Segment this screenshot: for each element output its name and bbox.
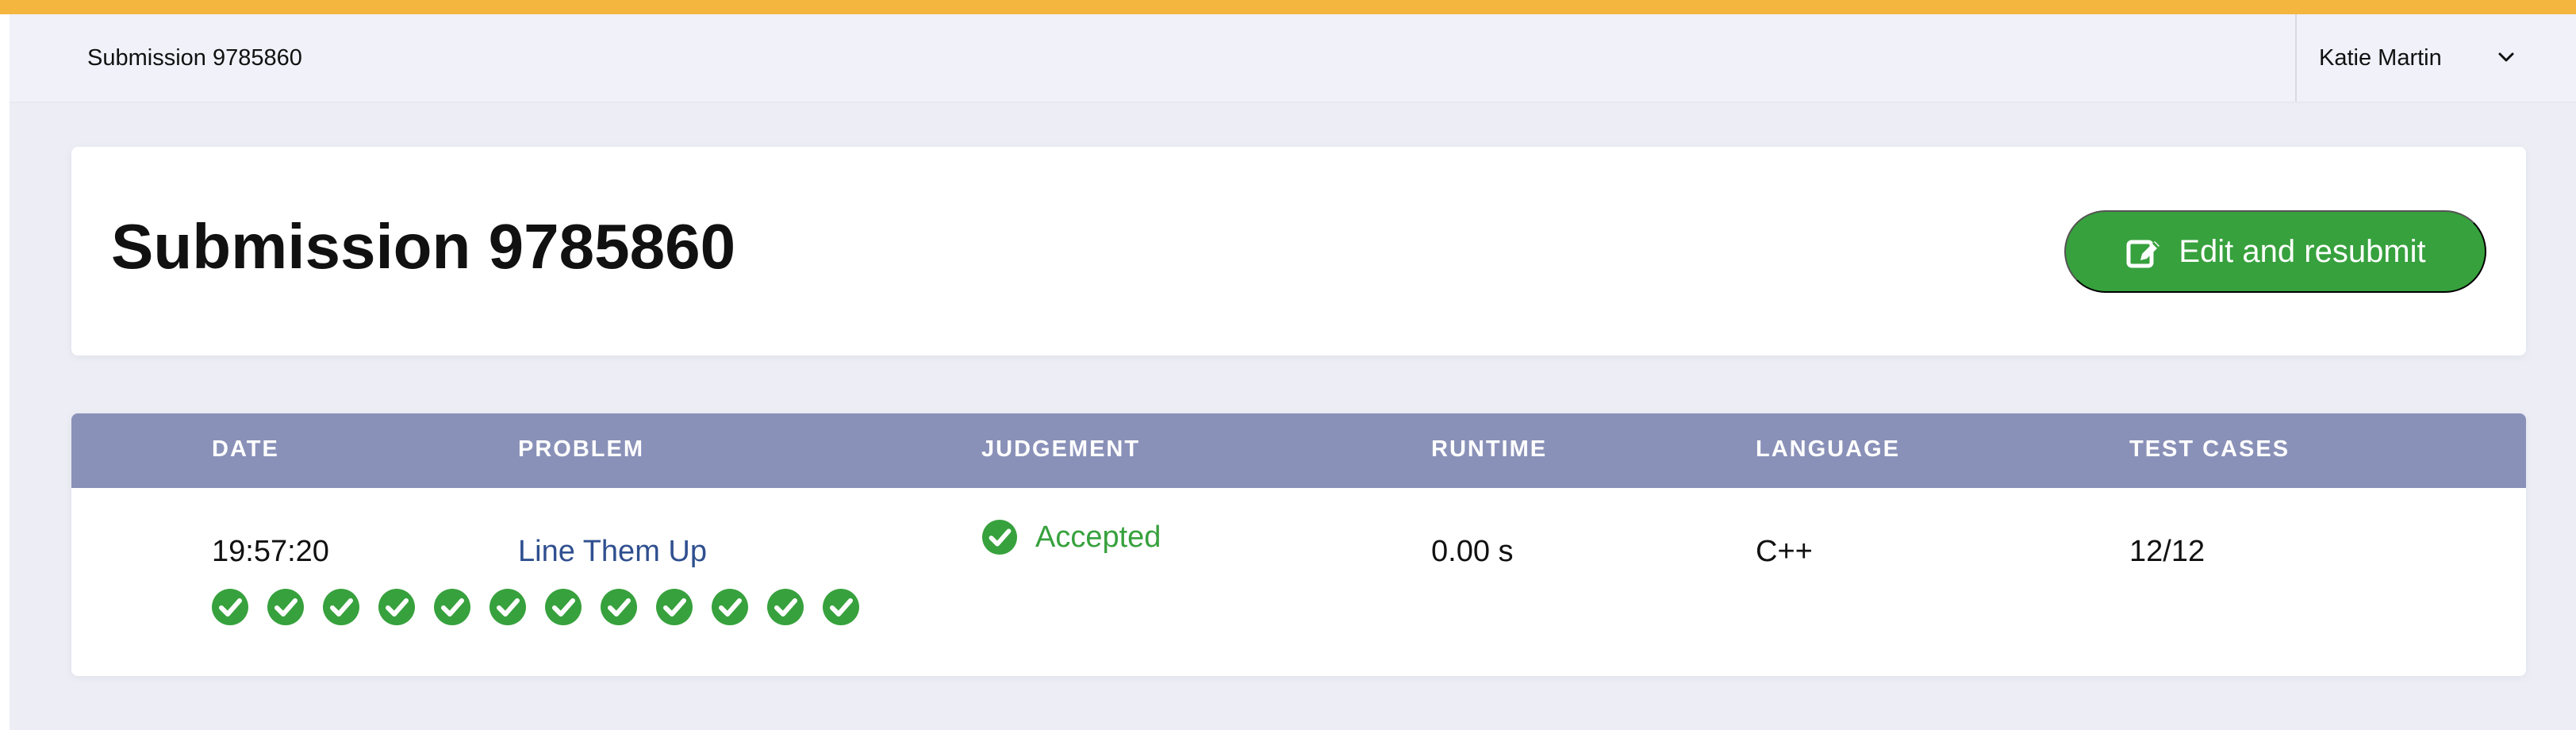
left-gutter (0, 0, 10, 730)
edit-and-resubmit-button[interactable]: Edit and resubmit (2064, 210, 2486, 293)
language-value: C++ (1756, 535, 1813, 568)
judgement-label: Accepted (1035, 521, 1161, 554)
top-accent-bar (0, 0, 2576, 14)
problem-link[interactable]: Line Them Up (518, 536, 707, 567)
test-case-check-icon (656, 589, 693, 625)
test-case-check-icon (823, 589, 859, 625)
top-navigation-bar: Submission 9785860 Katie Martin (10, 14, 2576, 102)
test-case-check-icon (378, 589, 415, 625)
table-header-row: DATE PROBLEM JUDGEMENT RUNTIME LANGUAGE … (71, 413, 2526, 488)
breadcrumb-current-page: Submission 9785860 (87, 44, 302, 71)
submission-date: 19:57:20 (212, 535, 329, 568)
test-case-check-icon (712, 589, 748, 625)
submission-title-card: Submission 9785860 Edit and resubmit (71, 147, 2526, 355)
test-case-check-icon (545, 589, 582, 625)
submission-results-table: DATE PROBLEM JUDGEMENT RUNTIME LANGUAGE … (71, 413, 2526, 676)
header-language: LANGUAGE (1756, 436, 1900, 462)
header-judgement: JUDGEMENT (981, 436, 1141, 462)
test-case-check-icon (767, 589, 804, 625)
header-test-cases: TEST CASES (2129, 436, 2290, 462)
accepted-check-icon (981, 519, 1018, 555)
test-case-check-icon (489, 589, 526, 625)
test-case-check-icon (434, 589, 470, 625)
header-problem: PROBLEM (518, 436, 644, 462)
edit-and-resubmit-label: Edit and resubmit (2179, 233, 2426, 269)
header-date: DATE (212, 436, 279, 462)
edit-icon (2126, 240, 2160, 268)
test-case-check-icon (267, 589, 304, 625)
breadcrumb: Submission 9785860 (87, 14, 302, 102)
chevron-down-icon[interactable] (2497, 48, 2516, 67)
judgement-status: Accepted (981, 519, 1161, 555)
test-case-check-icon (601, 589, 637, 625)
user-menu[interactable]: Katie Martin (2295, 14, 2576, 102)
page-title: Submission 9785860 (111, 211, 736, 282)
runtime-value: 0.00 s (1431, 535, 1514, 568)
test-case-check-icon (323, 589, 359, 625)
test-case-results (211, 588, 885, 628)
user-name: Katie Martin (2319, 44, 2442, 71)
test-cases-value: 12/12 (2129, 535, 2206, 568)
test-case-check-icon (212, 589, 248, 625)
header-runtime: RUNTIME (1431, 436, 1548, 462)
